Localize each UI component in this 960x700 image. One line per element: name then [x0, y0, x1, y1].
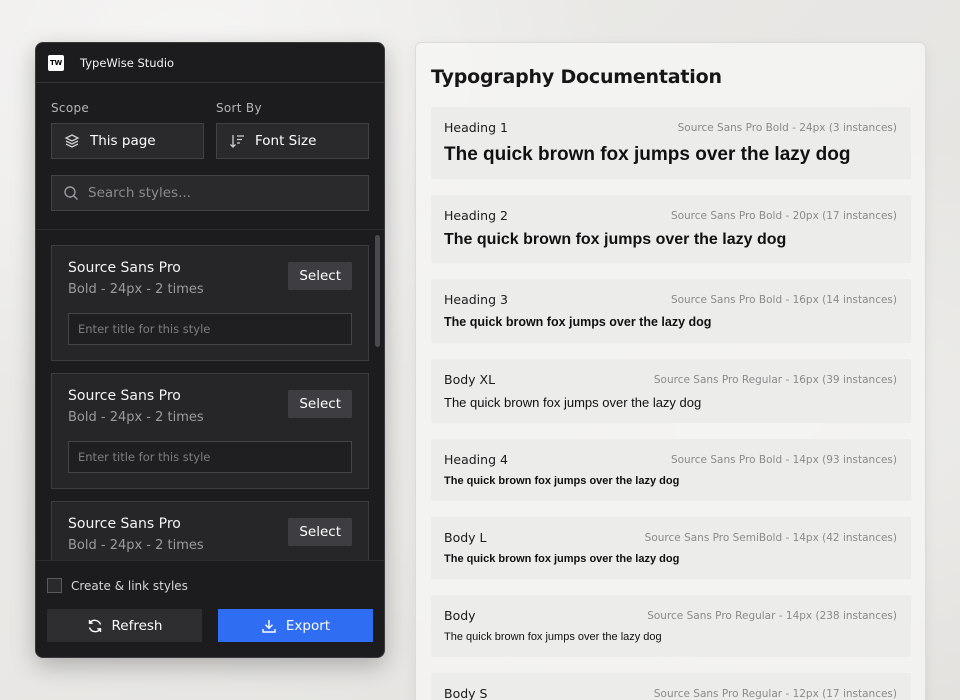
- controls: Scope Sort By This page Font Size: [36, 83, 384, 211]
- sort-dropdown[interactable]: Font Size: [216, 123, 369, 159]
- style-card: Source Sans Pro Bold - 24px - 2 times Se…: [51, 501, 369, 560]
- style-title-input[interactable]: [78, 450, 342, 464]
- entry-sample: The quick brown fox jumps over the lazy …: [444, 395, 702, 410]
- scope-label: Scope: [51, 101, 90, 115]
- type-entry-heading-2: Heading 2 Source Sans Pro Bold - 20px (1…: [431, 195, 911, 263]
- select-button[interactable]: Select: [288, 262, 352, 290]
- search-icon: [64, 186, 78, 200]
- layers-icon: [64, 134, 80, 148]
- entry-sample: The quick brown fox jumps over the lazy …: [444, 475, 680, 487]
- type-entry-heading-3: Heading 3 Source Sans Pro Bold - 16px (1…: [431, 279, 911, 343]
- style-card: Source Sans Pro Bold - 24px - 2 times Se…: [51, 373, 369, 489]
- app-title: TypeWise Studio: [80, 55, 175, 70]
- entry-spec: Source Sans Pro Bold - 20px (17 instance…: [670, 210, 897, 222]
- sort-icon: [230, 135, 244, 148]
- style-title-input[interactable]: [78, 322, 342, 336]
- scope-dropdown[interactable]: This page: [51, 123, 204, 159]
- entry-spec: Source Sans Pro Bold - 24px (3 instances…: [677, 122, 897, 134]
- export-label: Export: [285, 617, 331, 634]
- export-button[interactable]: Export: [218, 609, 373, 642]
- style-card: Source Sans Pro Bold - 24px - 2 times Se…: [51, 245, 369, 361]
- entry-spec: Source Sans Pro SemiBold - 14px (42 inst…: [644, 532, 897, 544]
- download-icon: [262, 619, 276, 633]
- select-button[interactable]: Select: [288, 390, 352, 418]
- create-link-checkbox[interactable]: [47, 578, 62, 593]
- type-entry-body-s: Body S Source Sans Pro Regular - 12px (1…: [431, 673, 911, 700]
- entry-sample: The quick brown fox jumps over the lazy …: [444, 315, 712, 329]
- entry-spec: Source Sans Pro Bold - 16px (14 instance…: [670, 294, 897, 306]
- doc-title: Typography Documentation: [431, 66, 722, 88]
- sort-label: Sort By: [216, 101, 262, 115]
- entry-spec: Source Sans Pro Regular - 16px (39 insta…: [653, 374, 897, 386]
- style-title-field: [68, 441, 352, 473]
- search-input[interactable]: [88, 185, 357, 201]
- type-entry-body-l: Body L Source Sans Pro SemiBold - 14px (…: [431, 517, 911, 579]
- entry-spec: Source Sans Pro Regular - 12px (17 insta…: [653, 688, 897, 700]
- scope-value: This page: [90, 133, 156, 149]
- entry-spec: Source Sans Pro Bold - 14px (93 instance…: [670, 454, 897, 466]
- search-bar: [51, 175, 369, 211]
- refresh-icon: [88, 619, 101, 632]
- style-title-field: [68, 313, 352, 345]
- styles-list: Source Sans Pro Bold - 24px - 2 times Se…: [36, 229, 384, 560]
- entry-sample: The quick brown fox jumps over the lazy …: [444, 631, 662, 643]
- type-entry-heading-4: Heading 4 Source Sans Pro Bold - 14px (9…: [431, 439, 911, 501]
- scrollbar[interactable]: [375, 235, 380, 347]
- type-entry-heading-1: Heading 1 Source Sans Pro Bold - 24px (3…: [431, 107, 911, 179]
- entry-sample: The quick brown fox jumps over the lazy …: [444, 231, 787, 248]
- entry-sample: The quick brown fox jumps over the lazy …: [444, 144, 851, 165]
- refresh-label: Refresh: [111, 617, 163, 634]
- plugin-panel: TW TypeWise Studio Scope Sort By This pa…: [35, 42, 385, 658]
- entry-sample: The quick brown fox jumps over the lazy …: [444, 553, 680, 565]
- title-bar: TW TypeWise Studio: [36, 43, 384, 83]
- refresh-button[interactable]: Refresh: [47, 609, 202, 642]
- app-logo: TW: [48, 54, 64, 71]
- entry-spec: Source Sans Pro Regular - 14px (238 inst…: [647, 610, 897, 622]
- select-button[interactable]: Select: [288, 518, 352, 546]
- type-entry-body-xl: Body XL Source Sans Pro Regular - 16px (…: [431, 359, 911, 423]
- create-link-label: Create & link styles: [71, 578, 188, 593]
- create-link-option: Create & link styles: [47, 578, 373, 593]
- sort-value: Font Size: [255, 133, 317, 149]
- panel-footer: Create & link styles Refresh Export: [36, 560, 384, 657]
- type-entry-body: Body Source Sans Pro Regular - 14px (238…: [431, 595, 911, 657]
- documentation-panel: Typography Documentation Heading 1 Sourc…: [415, 42, 926, 700]
